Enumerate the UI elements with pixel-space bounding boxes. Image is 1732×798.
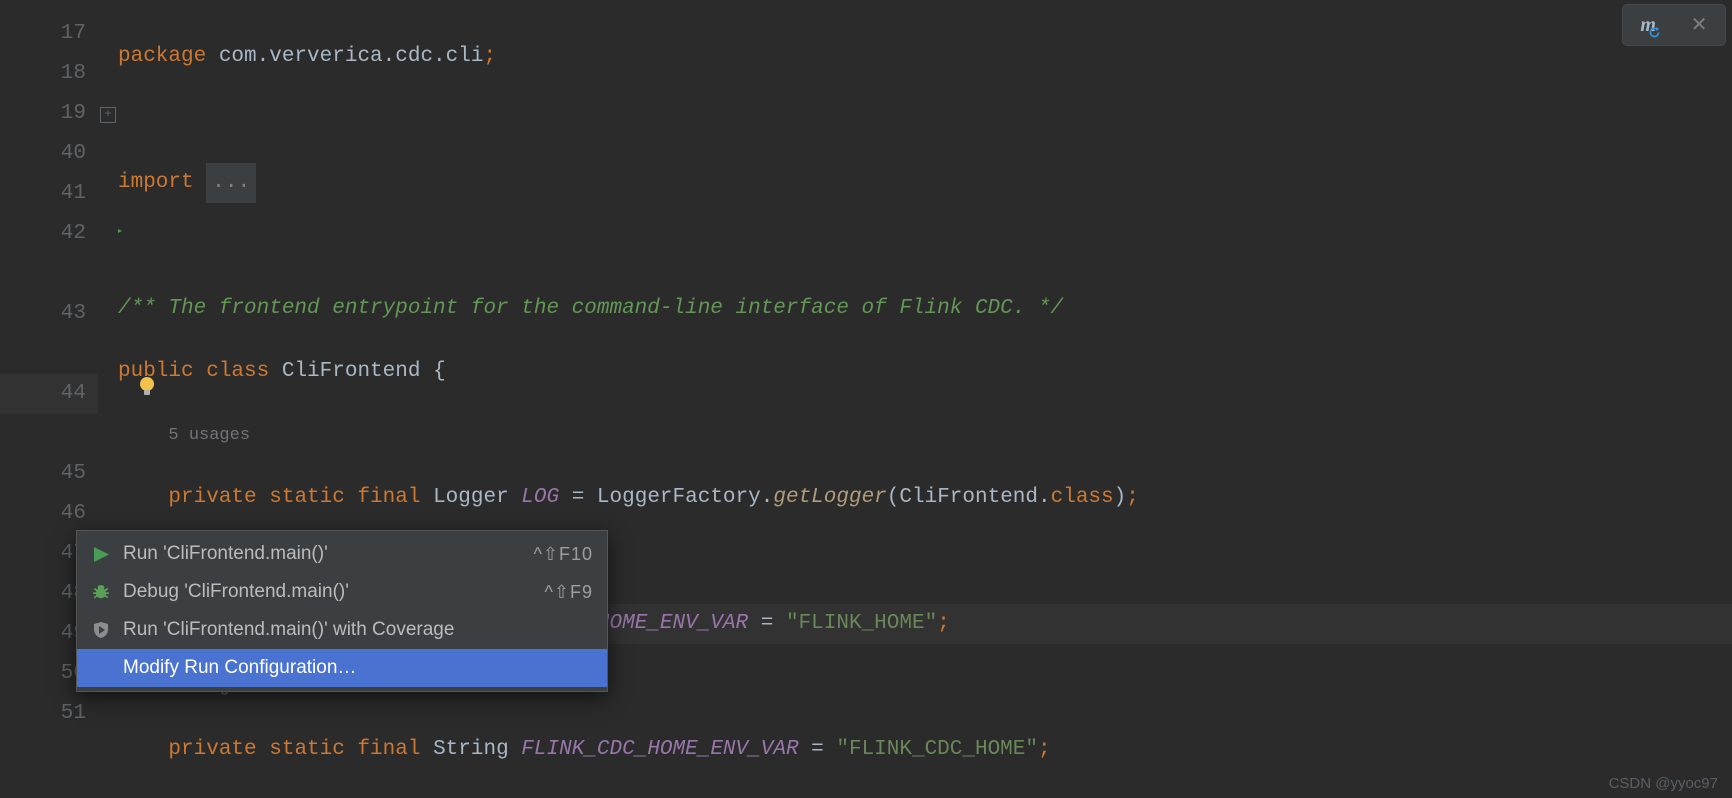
code-text: private static final: [168, 738, 420, 761]
code-text: ): [1114, 486, 1127, 509]
code-text: ;: [937, 612, 950, 635]
play-icon: [91, 547, 111, 562]
code-text: ;: [483, 45, 496, 68]
linenum[interactable]: 40: [61, 142, 86, 165]
menu-label: Run 'CliFrontend.main()': [123, 543, 521, 565]
menu-item-run[interactable]: Run 'CliFrontend.main()' ^⇧F10: [77, 535, 607, 573]
m-refresh-icon[interactable]: m: [1640, 14, 1656, 37]
code-text: "FLINK_CDC_HOME": [836, 738, 1038, 761]
close-icon[interactable]: ✕: [1691, 12, 1708, 38]
code-text: =: [748, 612, 786, 635]
watermark: CSDN @yyoc97: [1609, 775, 1718, 792]
code-text: LOG: [521, 486, 559, 509]
linenum[interactable]: 41: [61, 182, 86, 205]
code-text: ;: [1126, 486, 1139, 509]
linenum[interactable]: 17: [61, 22, 86, 45]
code-text: package: [118, 45, 206, 68]
code-text: [118, 486, 168, 509]
code-text: Logger: [420, 486, 521, 509]
linenum[interactable]: 43: [61, 302, 86, 325]
code-text: CliFrontend: [269, 360, 433, 383]
code-text: FLINK_CDC_HOME_ENV_VAR: [521, 738, 798, 761]
linenum[interactable]: 44: [61, 382, 86, 405]
code-text: String: [420, 738, 521, 761]
code-text: private static final: [168, 486, 420, 509]
code-text: import: [118, 171, 194, 194]
menu-shortcut: ^⇧F10: [533, 544, 593, 565]
code-text: {: [433, 360, 446, 383]
linenum[interactable]: 51: [61, 702, 86, 725]
linenum[interactable]: 18: [61, 62, 86, 85]
bug-icon: [91, 583, 111, 601]
code-text: = LoggerFactory.: [559, 486, 773, 509]
menu-label: Debug 'CliFrontend.main()': [123, 581, 532, 603]
usage-hint[interactable]: 5 usages: [168, 426, 250, 445]
run-context-menu: Run 'CliFrontend.main()' ^⇧F10 Debug 'Cl…: [76, 530, 608, 692]
menu-label: Modify Run Configuration…: [123, 657, 593, 679]
code-text: getLogger: [773, 486, 886, 509]
linenum[interactable]: 42: [61, 222, 86, 245]
linenum[interactable]: 19: [61, 102, 86, 125]
menu-item-debug[interactable]: Debug 'CliFrontend.main()' ^⇧F9: [77, 573, 607, 611]
editor-widget: m ✕: [1622, 4, 1726, 46]
linenum[interactable]: 46: [61, 502, 86, 525]
code-text: "FLINK_HOME": [786, 612, 937, 635]
code-comment: /** The frontend entrypoint for the comm…: [118, 297, 1063, 320]
menu-item-modify-config[interactable]: Modify Run Configuration…: [77, 649, 607, 687]
shield-icon: [91, 621, 111, 639]
code-text: ;: [1038, 738, 1051, 761]
menu-shortcut: ^⇧F9: [544, 582, 593, 603]
code-text: (CliFrontend.: [887, 486, 1051, 509]
code-text: com.ververica.cdc.cli: [206, 45, 483, 68]
folded-code[interactable]: ...: [206, 163, 256, 203]
lightbulb-icon[interactable]: [138, 374, 156, 414]
code-text: [118, 738, 168, 761]
menu-item-coverage[interactable]: Run 'CliFrontend.main()' with Coverage: [77, 611, 607, 649]
menu-label: Run 'CliFrontend.main()' with Coverage: [123, 619, 593, 641]
fold-expand-icon[interactable]: +: [100, 107, 116, 123]
linenum[interactable]: 45: [61, 462, 86, 485]
code-text: class: [1051, 486, 1114, 509]
code-text: =: [799, 738, 837, 761]
